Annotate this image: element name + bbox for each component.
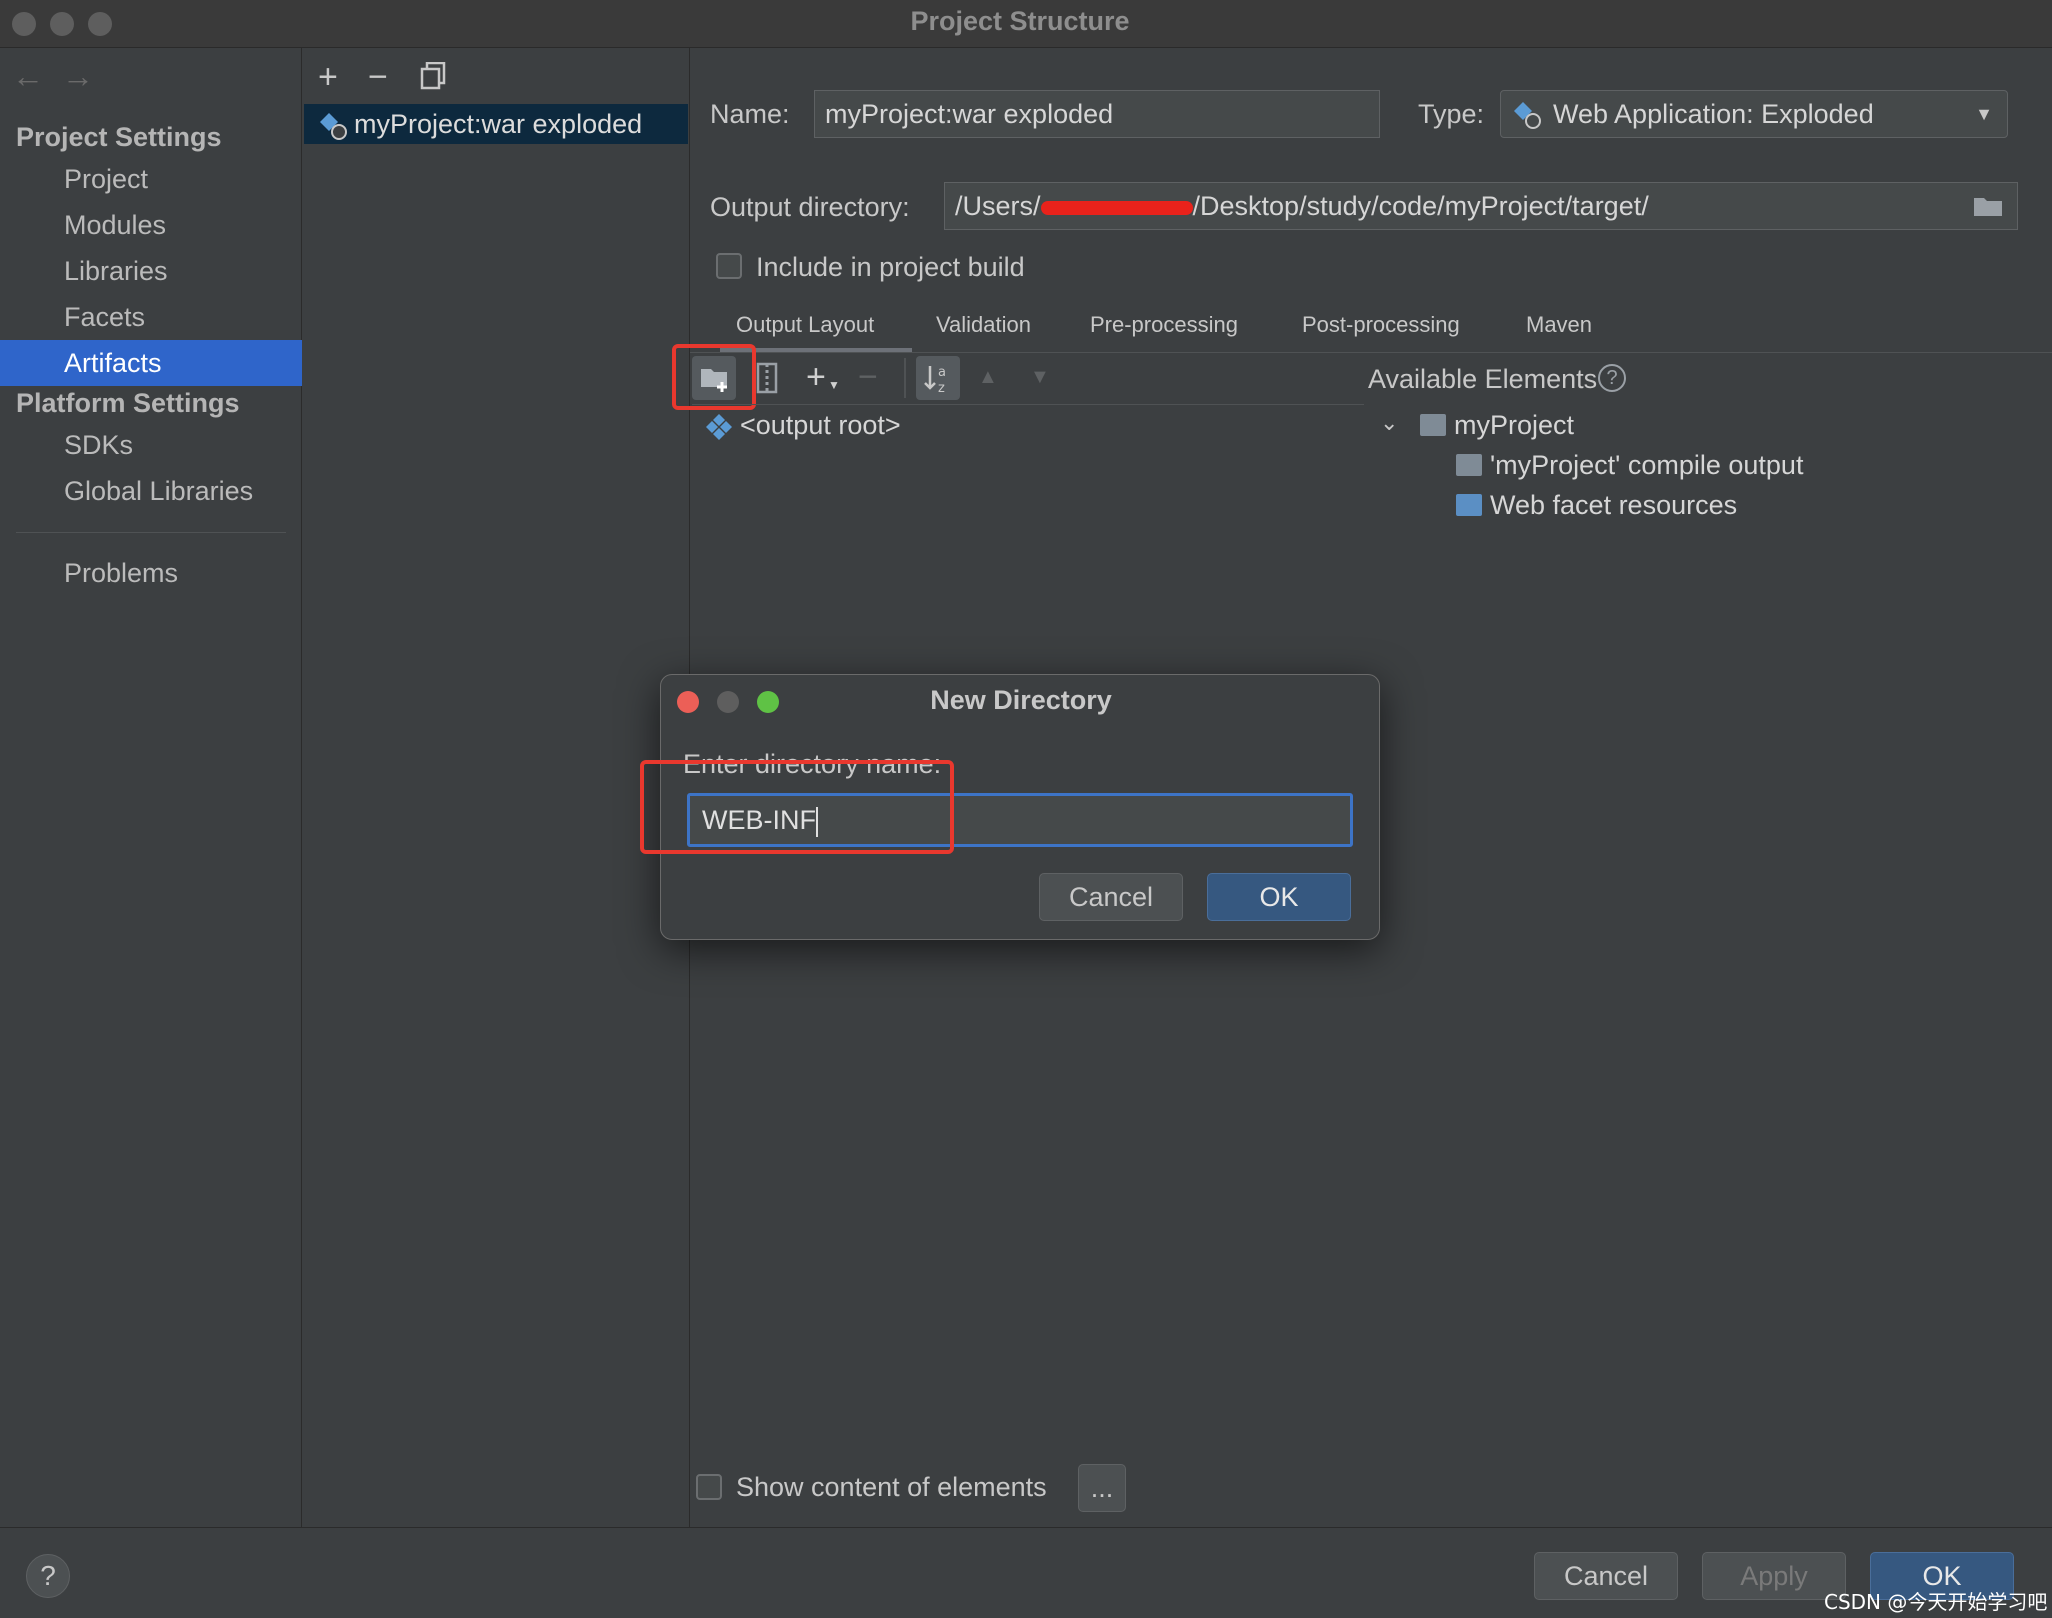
include-build-checkbox[interactable] [716,253,742,279]
project-settings-header: Project Settings [16,122,222,152]
back-arrow-icon[interactable]: ← [12,58,44,95]
output-dir-suffix: /Desktop/study/code/myProject/target/ [1192,191,1649,221]
compile-output-icon [1456,454,1482,476]
web-app-icon [1512,100,1542,135]
show-content-label: Show content of elements [736,1472,1047,1502]
name-field[interactable]: myProject:war exploded [814,90,1380,138]
type-label: Type: [1418,99,1485,129]
svg-text:z: z [938,381,945,396]
tab-separator [690,352,2052,353]
output-dir-prefix: /Users/ [955,191,1041,221]
tab-post-processing[interactable]: Post-processing [1302,312,1460,338]
move-down-icon[interactable]: ▼ [1030,366,1050,389]
chevron-down-icon: ▼ [1975,104,1993,124]
help-circle-icon[interactable]: ? [1598,364,1626,392]
platform-settings-header: Platform Settings [16,388,240,418]
web-artifact-icon [318,111,348,146]
remove-element-icon[interactable]: − [858,358,878,397]
output-directory-label: Output directory: [710,192,910,222]
module-folder-icon [1420,414,1446,436]
highlight-new-folder [672,344,756,410]
window-title: Project Structure [910,6,1130,36]
output-root-icon [704,412,734,447]
watermark: CSDN @今天开始学习吧 [1824,1590,2048,1614]
available-elements-header: Available Elements [1368,364,1598,394]
redaction-mark [1040,200,1193,215]
highlight-directory-input [640,760,954,854]
sidebar-item-project[interactable]: Project [0,156,302,202]
type-select[interactable]: Web Application: Exploded ▼ [1500,90,2008,138]
tab-pre-processing[interactable]: Pre-processing [1090,312,1238,338]
sidebar-divider [16,532,286,533]
tab-validation[interactable]: Validation [936,312,1031,338]
archive-icon[interactable] [756,362,778,399]
move-up-icon[interactable]: ▲ [978,366,998,389]
sort-icon: az [924,365,946,396]
sort-button[interactable]: az [916,356,960,400]
dialog-title: New Directory [930,685,1112,715]
include-build-label: Include in project build [756,252,1025,282]
tab-output-layout[interactable]: Output Layout [736,312,874,338]
sidebar-item-sdks[interactable]: SDKs [0,422,302,468]
sidebar-item-libraries[interactable]: Libraries [0,248,302,294]
output-directory-field[interactable]: /Users/ /Desktop/study/code/myProject/tar… [944,182,2018,230]
toolbar-separator [904,358,906,398]
add-dropdown-chevron-icon: ▼ [828,378,840,392]
artifact-list-panel [302,48,690,1527]
compile-output-node[interactable]: 'myProject' compile output [1490,450,1803,481]
folder-browse-icon[interactable] [1972,194,2004,223]
dialog-ok-button[interactable]: OK [1207,873,1351,921]
sidebar-item-modules[interactable]: Modules [0,202,302,248]
remove-icon[interactable]: − [368,58,388,97]
add-element-icon[interactable]: + [806,358,826,397]
title-bar: Project Structure [0,0,2052,48]
name-label: Name: [710,99,790,129]
add-icon[interactable]: + [318,58,338,97]
svg-text:a: a [938,365,946,380]
sidebar-item-artifacts[interactable]: Artifacts [0,340,302,386]
ellipsis-button[interactable]: ... [1078,1464,1126,1512]
copy-icon[interactable] [420,61,446,90]
web-facet-resources-node[interactable]: Web facet resources [1490,490,1737,521]
layout-toolbar-divider [692,404,1364,405]
sidebar-item-facets[interactable]: Facets [0,294,302,340]
cancel-button[interactable]: Cancel [1534,1552,1678,1600]
chevron-down-icon[interactable]: ⌄ [1380,410,1398,436]
available-project-node[interactable]: myProject [1454,410,1574,441]
dialog-cancel-button[interactable]: Cancel [1039,873,1183,921]
tab-maven[interactable]: Maven [1526,312,1592,338]
sidebar-item-global-libraries[interactable]: Global Libraries [0,468,302,514]
forward-arrow-icon[interactable]: → [62,58,94,95]
artifact-item[interactable]: myProject:war exploded [304,104,688,144]
type-select-value: Web Application: Exploded [1553,99,1874,129]
artifact-label: myProject:war exploded [354,109,643,139]
help-button[interactable]: ? [26,1554,70,1598]
output-root-node[interactable]: <output root> [740,410,901,441]
sidebar-item-problems[interactable]: Problems [0,550,302,596]
show-content-checkbox[interactable] [696,1474,722,1500]
web-facet-icon [1456,494,1482,516]
